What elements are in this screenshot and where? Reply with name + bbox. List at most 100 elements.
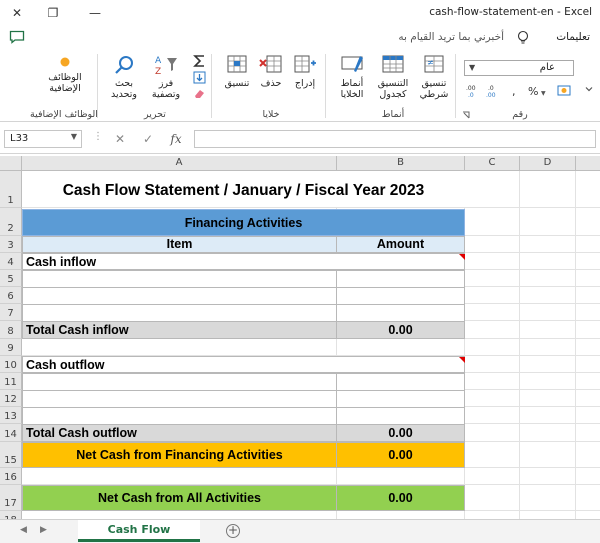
section-header-cell[interactable]: Financing Activities bbox=[22, 209, 465, 236]
total-outflow-label-cell[interactable]: Total Cash outflow bbox=[22, 424, 337, 442]
insert-function-button[interactable]: fx bbox=[166, 130, 186, 148]
add-sheet-button[interactable]: + bbox=[226, 524, 240, 538]
cash-outflow-label-cell[interactable]: Cash outflow bbox=[22, 356, 465, 373]
find-select-button[interactable]: بحث وتحديد bbox=[104, 54, 144, 100]
table-cell[interactable] bbox=[336, 304, 465, 322]
chevron-down-icon: ▼ bbox=[70, 132, 77, 141]
cash-inflow-label-cell[interactable]: Cash inflow bbox=[22, 253, 465, 270]
autosum-icon[interactable] bbox=[192, 54, 206, 68]
table-cell[interactable] bbox=[336, 390, 465, 408]
table-cell[interactable] bbox=[336, 287, 465, 305]
number-format-dropdown[interactable]: ▼ عام bbox=[464, 60, 574, 76]
column-header-e[interactable] bbox=[576, 156, 600, 171]
comment-indicator[interactable] bbox=[459, 357, 465, 363]
cell-styles-button[interactable]: أنماط الخلايا bbox=[332, 54, 372, 100]
svg-text:.0: .0 bbox=[468, 92, 474, 98]
row-header[interactable]: 11 bbox=[0, 373, 22, 390]
increase-decimal-icon[interactable]: .0 .00 bbox=[486, 84, 502, 98]
formula-input[interactable] bbox=[194, 130, 596, 148]
row-header[interactable]: 18 bbox=[0, 511, 22, 519]
accounting-format-icon[interactable] bbox=[556, 82, 572, 98]
net-all-value-cell[interactable]: 0.00 bbox=[336, 485, 465, 511]
sheet-tab-cash-flow-statement[interactable]: Cash Flow Statement bbox=[78, 520, 200, 542]
comment-icon[interactable] bbox=[9, 30, 25, 44]
row-header[interactable]: 5 bbox=[0, 270, 22, 287]
gridline bbox=[465, 269, 600, 270]
comma-style-icon[interactable]: , bbox=[510, 84, 518, 98]
row-header[interactable]: 16 bbox=[0, 468, 22, 485]
svg-text:.0: .0 bbox=[488, 85, 494, 92]
select-all-corner[interactable] bbox=[0, 156, 22, 171]
total-inflow-value-cell[interactable]: 0.00 bbox=[336, 321, 465, 339]
close-window-button[interactable]: ✕ bbox=[6, 3, 28, 23]
format-cells-button[interactable]: تنسيق bbox=[220, 54, 254, 89]
row-header[interactable]: 9 bbox=[0, 339, 22, 356]
format-as-table-button[interactable]: التنسيق كجدول bbox=[372, 54, 414, 100]
total-outflow-value-cell[interactable]: 0.00 bbox=[336, 424, 465, 442]
insert-cells-button[interactable]: إدراج bbox=[288, 54, 322, 89]
row-header[interactable]: 3 bbox=[0, 236, 22, 253]
table-cell[interactable] bbox=[22, 287, 337, 305]
table-cell[interactable] bbox=[22, 390, 337, 408]
table-cell[interactable] bbox=[336, 407, 465, 425]
clear-icon[interactable] bbox=[193, 88, 206, 99]
name-box[interactable]: L33 ▼ bbox=[4, 130, 82, 148]
cancel-entry-button[interactable]: ✕ bbox=[110, 130, 130, 148]
total-inflow-label-cell[interactable]: Total Cash inflow bbox=[22, 321, 337, 339]
row-header[interactable]: 10 bbox=[0, 356, 22, 373]
table-cell[interactable] bbox=[336, 373, 465, 391]
fill-icon[interactable] bbox=[193, 71, 206, 84]
insert-cells-icon bbox=[294, 55, 316, 73]
row-header[interactable]: 2 bbox=[0, 208, 22, 236]
tab-help[interactable]: تعليمات bbox=[556, 31, 590, 43]
chevron-down-icon[interactable] bbox=[584, 84, 594, 94]
minimize-window-button[interactable]: — bbox=[84, 3, 106, 23]
tell-me-bar: أخبرني بما تريد القيام به تعليمات bbox=[0, 26, 600, 50]
column-header-a[interactable]: A bbox=[22, 156, 337, 171]
row-header[interactable]: 6 bbox=[0, 287, 22, 304]
row-header[interactable]: 14 bbox=[0, 424, 22, 442]
gridline bbox=[22, 207, 600, 208]
group-divider bbox=[211, 54, 212, 118]
scroll-tabs-left-icon[interactable]: ◀ bbox=[20, 525, 27, 535]
percent-style-icon[interactable]: % ▼ bbox=[528, 84, 550, 98]
column-header-d[interactable]: D bbox=[520, 156, 576, 171]
row-header[interactable]: 8 bbox=[0, 321, 22, 339]
restore-window-button[interactable]: ❐ bbox=[42, 3, 64, 23]
column-header-b[interactable]: B bbox=[337, 156, 465, 171]
row-header[interactable]: 4 bbox=[0, 253, 22, 270]
gridline bbox=[465, 303, 600, 304]
sheet-title-cell[interactable]: Cash Flow Statement / January / Fiscal Y… bbox=[22, 171, 465, 207]
sort-filter-button[interactable]: A Z فرز وتصفية bbox=[146, 54, 186, 100]
table-cell[interactable] bbox=[22, 373, 337, 391]
svg-text:Z: Z bbox=[155, 67, 161, 76]
row-header[interactable]: 17 bbox=[0, 485, 22, 511]
net-financing-label-cell[interactable]: Net Cash from Financing Activities bbox=[22, 442, 337, 468]
amount-header-cell[interactable]: Amount bbox=[336, 236, 465, 253]
table-cell[interactable] bbox=[22, 407, 337, 425]
addins-button[interactable]: الوظائف الإضافية bbox=[38, 56, 92, 94]
group-divider bbox=[325, 54, 326, 118]
formula-bar-grip: ⋮ bbox=[93, 131, 103, 142]
column-header-c[interactable]: C bbox=[465, 156, 520, 171]
delete-cells-button[interactable]: حذف bbox=[256, 54, 286, 89]
tell-me-input[interactable]: أخبرني بما تريد القيام به bbox=[398, 31, 504, 43]
worksheet-grid[interactable]: A B C D 1 2 3 4 5 6 7 8 9 10 11 12 13 14… bbox=[0, 156, 600, 519]
net-all-label-cell[interactable]: Net Cash from All Activities bbox=[22, 485, 337, 511]
conditional-formatting-button[interactable]: ≠ تنسيق شرطي bbox=[414, 54, 454, 100]
row-header[interactable]: 15 bbox=[0, 442, 22, 468]
table-cell[interactable] bbox=[22, 304, 337, 322]
row-header[interactable]: 12 bbox=[0, 390, 22, 407]
table-cell[interactable] bbox=[22, 270, 337, 288]
table-cell[interactable] bbox=[336, 270, 465, 288]
net-financing-value-cell[interactable]: 0.00 bbox=[336, 442, 465, 468]
comment-indicator[interactable] bbox=[459, 254, 465, 260]
row-header[interactable]: 7 bbox=[0, 304, 22, 321]
row-header[interactable]: 13 bbox=[0, 407, 22, 424]
decrease-decimal-icon[interactable]: .00 .0 bbox=[466, 84, 482, 98]
enter-entry-button[interactable]: ✓ bbox=[138, 130, 158, 148]
dialog-launcher-icon[interactable] bbox=[462, 111, 470, 119]
item-header-cell[interactable]: Item bbox=[22, 236, 337, 253]
row-header[interactable]: 1 bbox=[0, 171, 22, 208]
scroll-tabs-right-icon[interactable]: ▶ bbox=[40, 525, 47, 535]
